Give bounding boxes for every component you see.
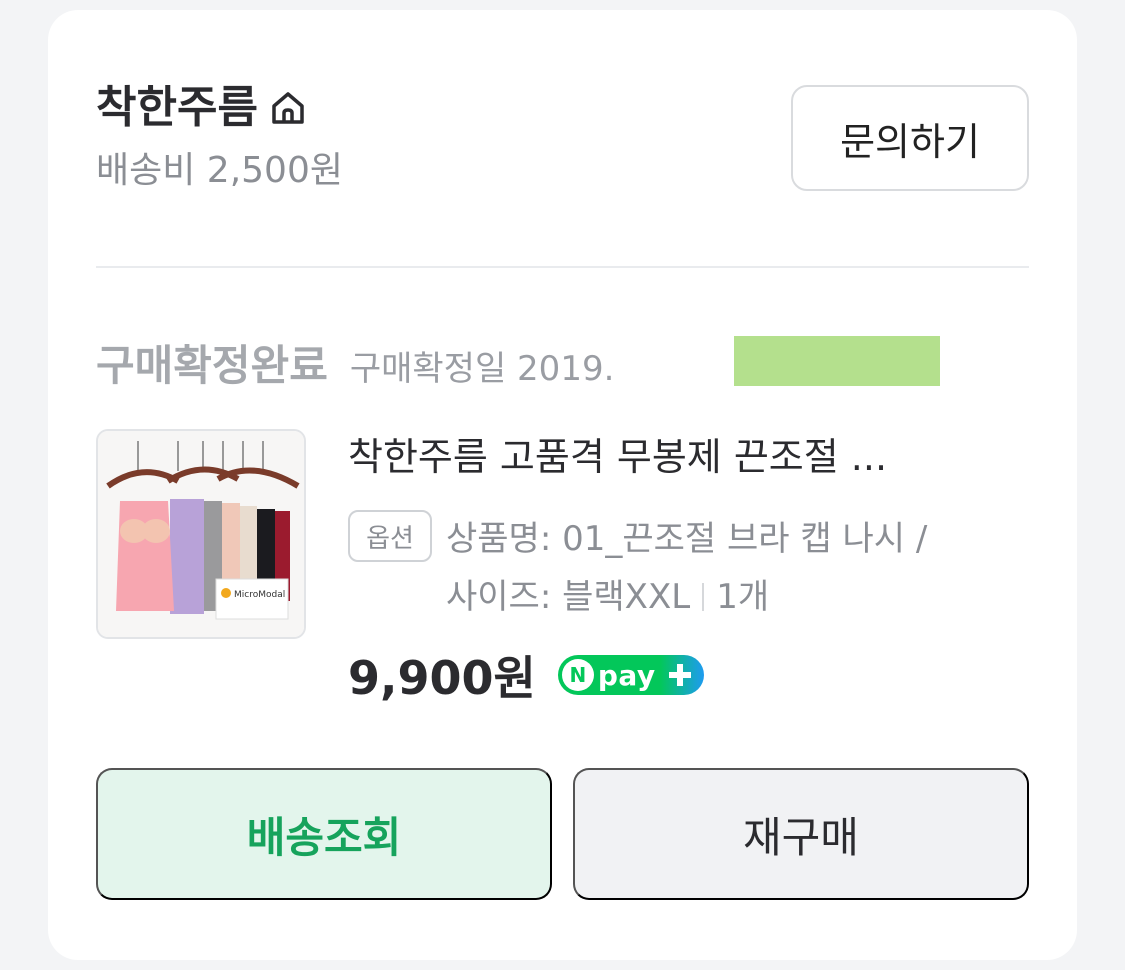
shipping-fee: 배송비 2,500원 bbox=[96, 150, 343, 191]
npay-label: pay bbox=[597, 658, 656, 692]
image-brand: MicroModal bbox=[234, 590, 285, 600]
option-badge: 옵션 bbox=[348, 510, 432, 562]
product-title[interactable]: 착한주름 고품격 무봉제 끈조절 ... bbox=[348, 430, 1018, 484]
option-details: 상품명: 01_끈조절 브라 캡 나시 / 사이즈: 블랙XXL 1개 bbox=[446, 510, 1036, 626]
inquiry-button[interactable]: 문의하기 bbox=[791, 85, 1029, 191]
order-card: 착한주름 배송비 2,500원 문의하기 구매확정완료 구매확정일 2019. bbox=[48, 10, 1077, 960]
seller-header: 착한주름 배송비 2,500원 bbox=[96, 80, 343, 194]
home-icon[interactable] bbox=[266, 86, 310, 130]
plus-icon bbox=[668, 664, 691, 686]
npay-plus-badge: N pay bbox=[557, 655, 704, 695]
seller-name: 착한주름 bbox=[96, 82, 258, 133]
track-delivery-button[interactable]: 배송조회 bbox=[96, 768, 552, 900]
seller-name-link[interactable]: 착한주름 bbox=[96, 80, 343, 136]
divider bbox=[96, 266, 1029, 268]
price-row: 9,900원 N pay bbox=[348, 642, 704, 708]
npay-n-icon: N bbox=[561, 659, 594, 691]
option-quantity: 1개 bbox=[716, 577, 770, 617]
product-price: 9,900원 bbox=[348, 651, 536, 705]
rebuy-button[interactable]: 재구매 bbox=[573, 768, 1029, 900]
order-status: 구매확정완료 bbox=[96, 341, 328, 390]
redaction-block bbox=[734, 336, 940, 386]
confirm-date: 구매확정일 2019. bbox=[349, 349, 615, 389]
product-thumbnail[interactable]: MicroModal bbox=[96, 429, 306, 639]
order-status-row: 구매확정완료 구매확정일 2019. bbox=[96, 332, 614, 393]
option-line-2: 사이즈: 블랙XXL 1개 bbox=[446, 568, 1036, 626]
option-size: 사이즈: 블랙XXL bbox=[446, 577, 691, 617]
separator bbox=[702, 583, 705, 611]
option-line-1: 상품명: 01_끈조절 브라 캡 나시 / bbox=[446, 519, 928, 559]
